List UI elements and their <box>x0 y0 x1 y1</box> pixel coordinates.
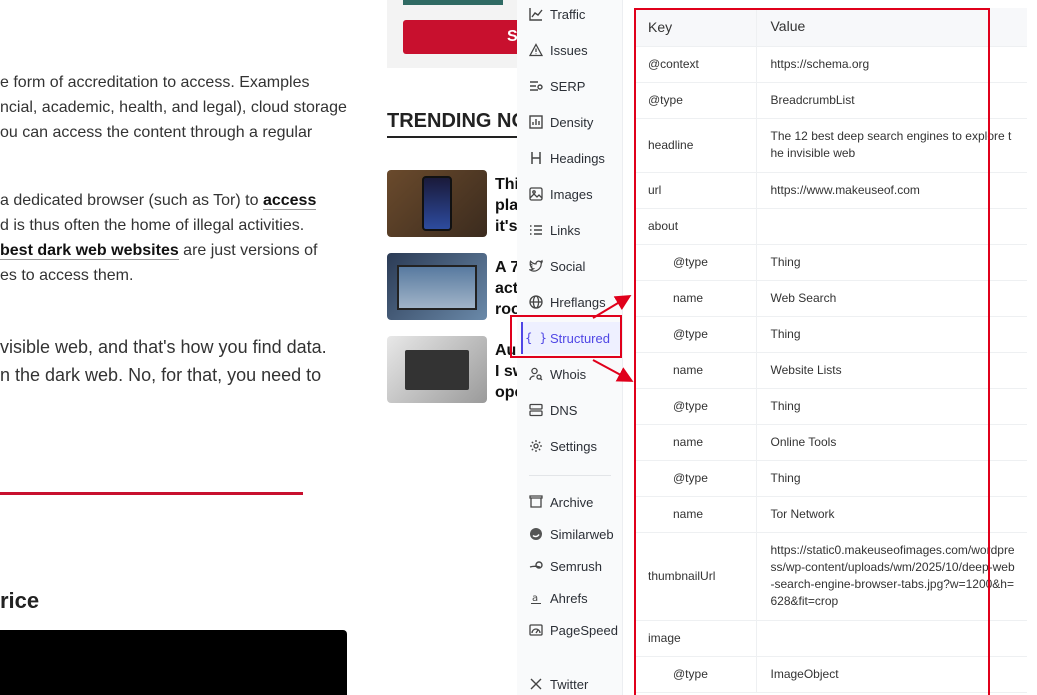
similarweb-icon <box>529 527 543 541</box>
nav-item-settings[interactable]: Settings <box>521 430 621 462</box>
nav-item-issues[interactable]: Issues <box>521 34 621 66</box>
user-search-icon <box>529 367 543 381</box>
ahrefs-icon: a <box>529 591 543 605</box>
trending-thumbnail[interactable] <box>387 253 487 320</box>
nav-item-traffic[interactable]: Traffic <box>521 0 621 30</box>
annotation-highlight-box <box>510 315 622 358</box>
nav-item-links[interactable]: Links <box>521 214 621 246</box>
subscribe-button[interactable]: S <box>403 20 527 54</box>
trending-underline <box>387 136 527 138</box>
nav-item-hreflangs[interactable]: Hreflangs <box>521 286 621 318</box>
nav-item-dns[interactable]: DNS <box>521 394 621 426</box>
trending-heading: TRENDING NO <box>387 110 527 132</box>
nav-item-twitter[interactable]: Twitter <box>521 668 621 695</box>
trending-title[interactable]: Thi pla it's <box>495 174 519 237</box>
nav-item-whois[interactable]: Whois <box>521 358 621 390</box>
image-icon <box>529 187 543 201</box>
laptop-image <box>405 350 469 390</box>
pagespeed-icon <box>529 623 543 637</box>
tv-image <box>397 265 477 310</box>
traffic-chart-icon <box>529 7 543 21</box>
trending-thumbnail[interactable] <box>387 336 487 403</box>
nav-item-serp[interactable]: SERP <box>521 70 621 102</box>
nav-item-images[interactable]: Images <box>521 178 621 210</box>
article-paragraph: visible web, and that's how you find dat… <box>0 337 327 385</box>
promo-banner <box>403 0 503 5</box>
nav-item-similarweb[interactable]: Similarweb <box>521 518 621 550</box>
video-embed[interactable] <box>0 630 347 695</box>
nav-item-semrush[interactable]: Semrush <box>521 550 621 582</box>
article-paragraph: a dedicated browser (such as Tor) to acc… <box>0 192 318 284</box>
annotation-panel-box <box>634 8 990 695</box>
svg-text:a: a <box>532 593 538 604</box>
gear-icon <box>529 439 543 453</box>
globe-icon <box>529 295 543 309</box>
dark-web-websites-link[interactable]: best dark web websites <box>0 242 179 260</box>
nav-item-headings[interactable]: Headings <box>521 142 621 174</box>
nav-item-pagespeed[interactable]: PageSpeed <box>521 614 621 646</box>
trending-sidebar: S TRENDING NO Thi pla it's A 7 act roo A… <box>387 0 527 695</box>
heading-h-icon <box>529 151 543 165</box>
nav-divider <box>529 475 611 476</box>
twitter-bird-icon <box>529 259 543 273</box>
server-icon <box>529 403 543 417</box>
link-list-icon <box>529 223 543 237</box>
density-chart-icon <box>529 115 543 129</box>
serp-list-icon <box>529 79 543 93</box>
nav-item-archive[interactable]: Archive <box>521 486 621 518</box>
x-logo-icon <box>529 677 543 691</box>
access-link[interactable]: access <box>262 192 317 210</box>
nav-item-social[interactable]: Social <box>521 250 621 282</box>
nav-item-ahrefs[interactable]: a Ahrefs <box>521 582 621 614</box>
promo-card: S <box>387 0 527 68</box>
semrush-icon <box>529 559 543 573</box>
section-divider <box>0 492 303 495</box>
article-body: e form of accreditation to access. Examp… <box>0 0 380 695</box>
phone-image <box>422 176 452 231</box>
nav-item-density[interactable]: Density <box>521 106 621 138</box>
trending-thumbnail[interactable] <box>387 170 487 237</box>
section-heading: rice <box>0 588 40 613</box>
warning-triangle-icon <box>529 43 543 57</box>
archive-icon <box>529 495 543 509</box>
article-paragraph: e form of accreditation to access. Examp… <box>0 74 347 141</box>
